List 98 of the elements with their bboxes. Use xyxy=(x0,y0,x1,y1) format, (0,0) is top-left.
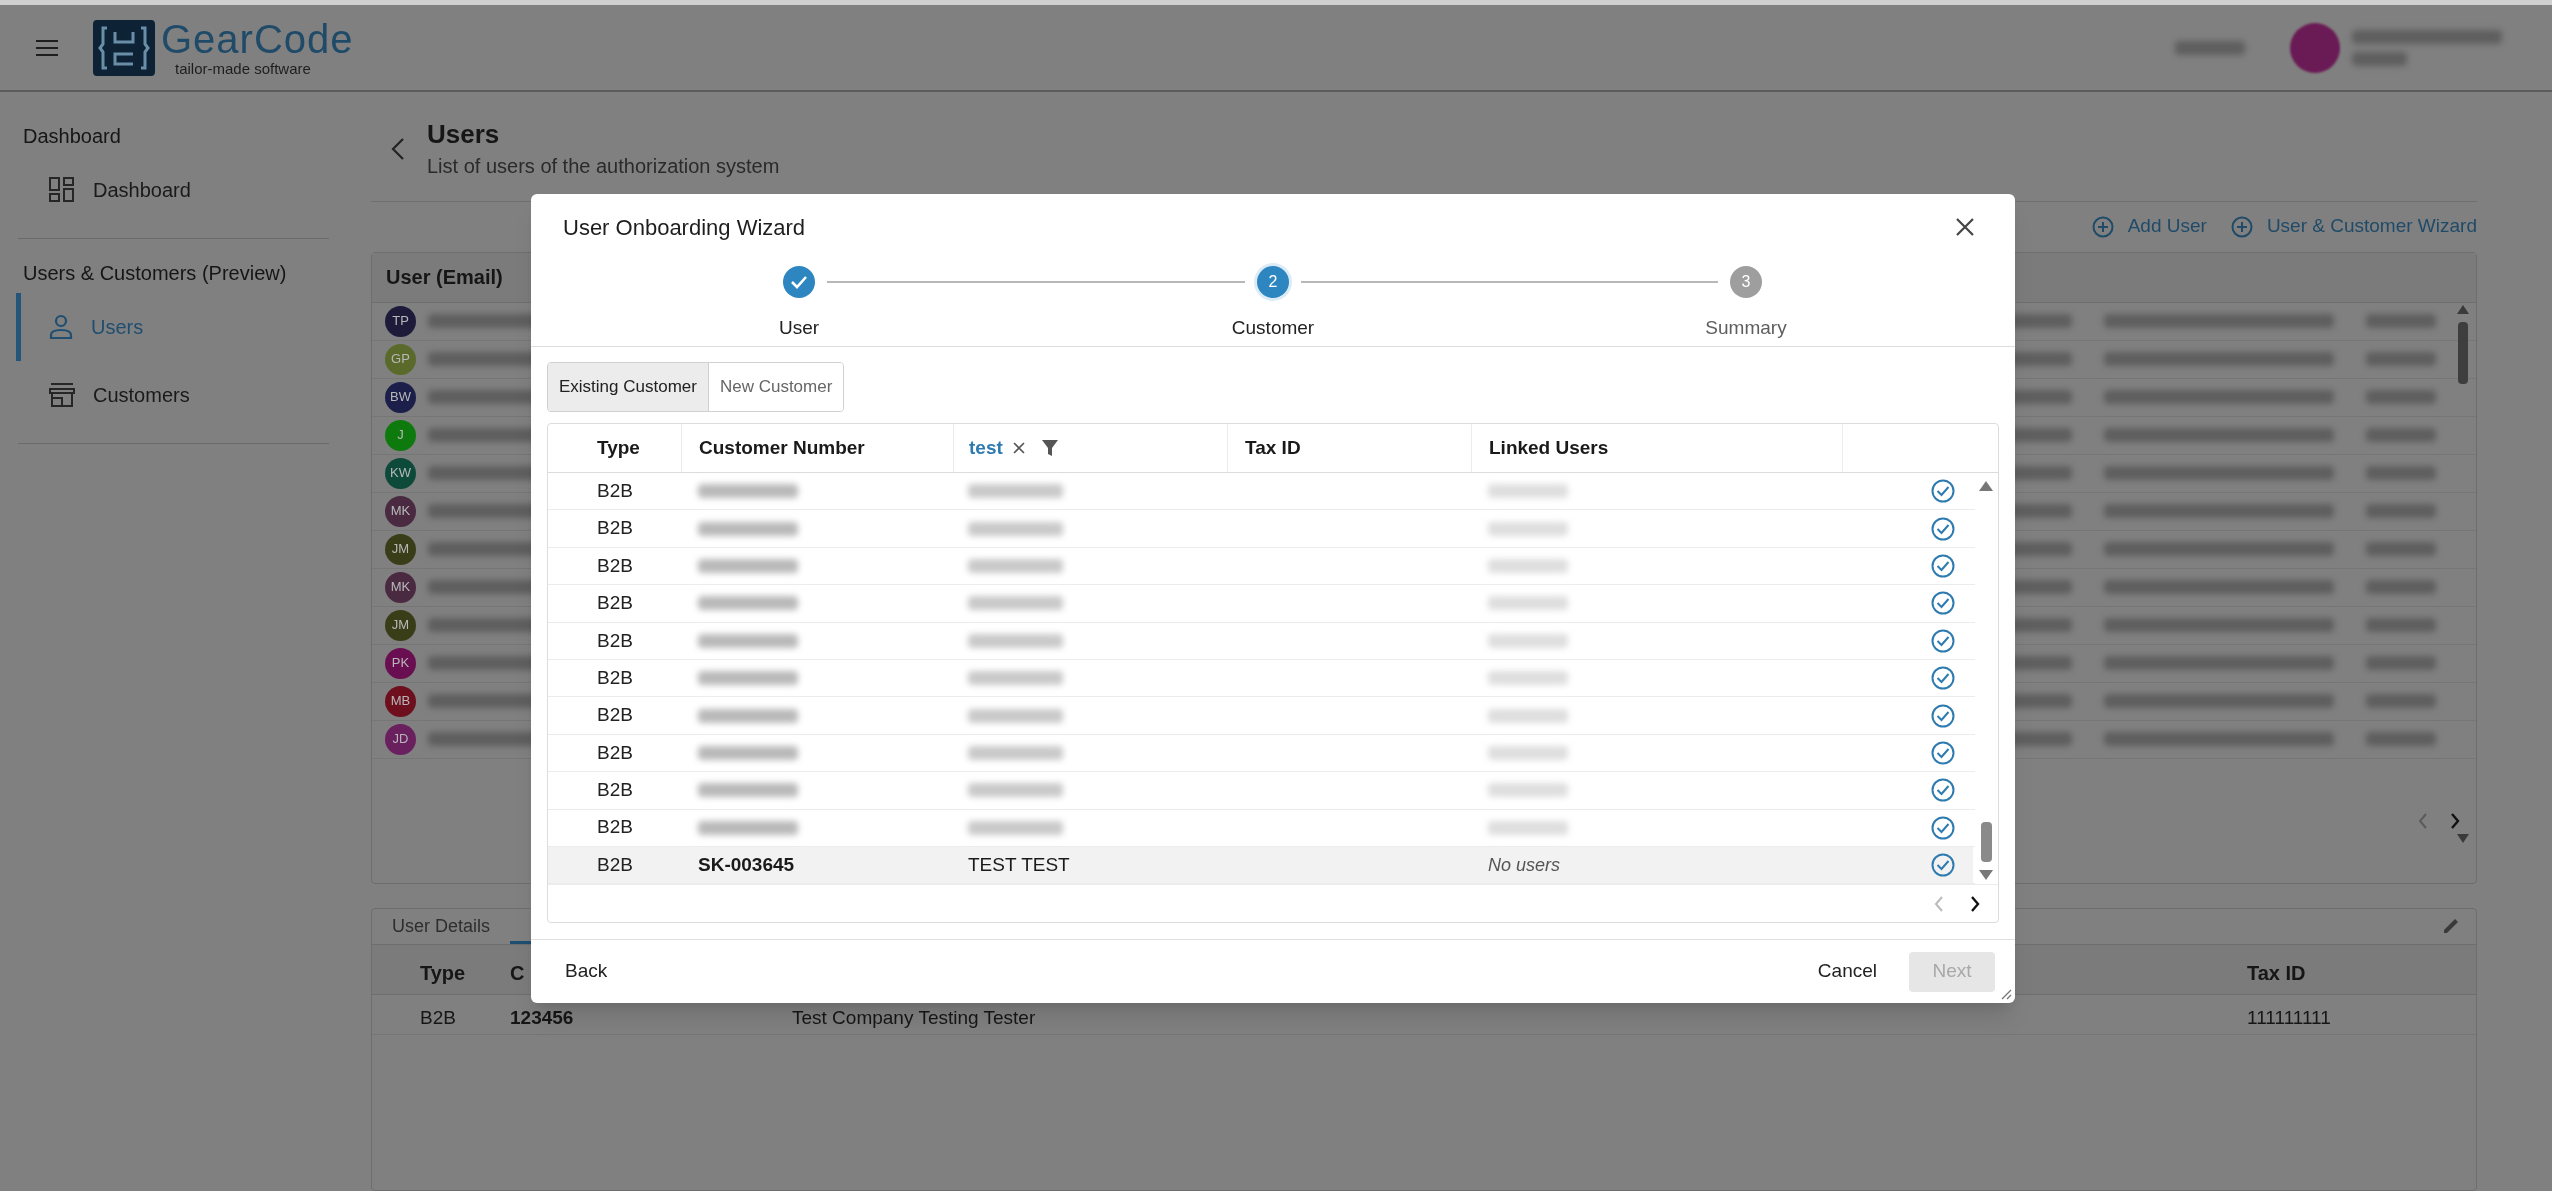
column-header: Customer Number xyxy=(699,435,865,460)
blurred-text xyxy=(2366,732,2436,746)
logo-icon xyxy=(93,19,155,76)
avatar: JM xyxy=(385,609,416,641)
table-cell-text: B2B xyxy=(597,591,633,616)
check-circle-icon xyxy=(1931,815,1955,840)
column-header: User (Email) xyxy=(386,265,503,290)
filter-value[interactable]: test xyxy=(969,433,1003,463)
table-cell-text: TEST TEST xyxy=(968,852,1070,877)
person-icon xyxy=(49,314,73,340)
check-circle-icon xyxy=(1931,479,1955,504)
cancel-button[interactable]: Cancel xyxy=(1809,951,1885,992)
avatar: KW xyxy=(385,457,416,489)
check-circle-icon xyxy=(1931,778,1955,803)
column-header: C xyxy=(510,960,525,986)
back-icon[interactable] xyxy=(391,137,405,162)
step-number: 3 xyxy=(1730,266,1762,298)
table-cell-text: B2B xyxy=(597,628,633,653)
back-button[interactable]: Back xyxy=(557,951,616,992)
close-icon[interactable] xyxy=(1012,442,1025,454)
toggle-button[interactable]: Existing Customer xyxy=(548,363,708,411)
blurred-text xyxy=(2366,580,2436,594)
page-title: Users xyxy=(427,118,501,151)
table-cell-text: B2B xyxy=(597,553,633,578)
blurred-text xyxy=(2352,51,2407,66)
section-heading: Dashboard xyxy=(22,124,122,149)
table-cell-text: 111111111 xyxy=(2247,1005,2331,1030)
blurred-text xyxy=(2366,694,2436,708)
check-circle-icon xyxy=(1931,553,1955,578)
filter-icon[interactable] xyxy=(1040,439,1059,457)
menu-icon[interactable] xyxy=(36,39,58,56)
store-icon xyxy=(49,383,75,407)
grid-icon xyxy=(49,177,75,203)
blurred-text xyxy=(2366,466,2436,480)
close-icon[interactable] xyxy=(1955,217,1975,237)
table-cell-text: Test Company Testing Tester xyxy=(792,1005,1036,1030)
column-header: Type xyxy=(597,435,640,460)
check-circle-icon xyxy=(1931,591,1955,616)
section-heading: Users & Customers (Preview) xyxy=(22,261,288,286)
table-cell-text: B2B xyxy=(597,703,633,728)
dialog-title: User Onboarding Wizard xyxy=(563,213,806,242)
avatar: JD xyxy=(385,723,416,755)
column-header: Tax ID xyxy=(1245,435,1301,460)
blurred-text xyxy=(2366,656,2436,670)
column-header: Tax ID xyxy=(2247,960,2306,986)
sidebar-item[interactable]: Customers xyxy=(16,361,327,429)
avatar: TP xyxy=(385,305,416,337)
toggle-button[interactable]: New Customer xyxy=(707,363,844,411)
table-row[interactable]: B2B SK-003645 TEST TEST No users xyxy=(548,846,1973,884)
plus-circle-icon xyxy=(2230,215,2253,238)
blurred-text xyxy=(2366,314,2436,328)
table-cell-text: SK-003645 xyxy=(698,852,795,877)
logo-text: GearCode xyxy=(161,19,354,59)
logo-tagline: tailor-made software xyxy=(175,61,312,76)
blurred-text xyxy=(2366,390,2436,404)
table-cell-text: B2B xyxy=(420,1005,456,1030)
table-cell-text: B2B xyxy=(597,478,633,503)
table-cell-text: 123456 xyxy=(510,1005,574,1030)
avatar: BW xyxy=(385,381,416,413)
check-circle-icon xyxy=(1931,853,1955,878)
blurred-text xyxy=(2366,618,2436,632)
column-header: Linked Users xyxy=(1489,435,1609,460)
plus-circle-icon xyxy=(2091,215,2114,238)
check-circle-icon xyxy=(1931,516,1955,541)
table-cell-text: No users xyxy=(1488,853,1561,877)
sidebar-item[interactable]: Dashboard xyxy=(16,156,327,224)
avatar: PK xyxy=(385,647,416,679)
blurred-text xyxy=(2366,428,2436,442)
avatar: MB xyxy=(385,685,416,717)
blurred-text xyxy=(2366,352,2436,366)
check-circle-icon xyxy=(1931,740,1955,765)
page-subtitle: List of users of the authorization system xyxy=(427,153,780,179)
check-circle-icon xyxy=(1931,703,1955,728)
blurred-text xyxy=(2366,504,2436,518)
avatar: J xyxy=(385,419,416,451)
check-circle-icon xyxy=(1931,628,1955,653)
resize-handle-icon[interactable] xyxy=(2000,988,2012,1000)
step-label: User xyxy=(778,316,820,340)
avatar: MK xyxy=(385,571,416,603)
pencil-icon[interactable] xyxy=(2442,917,2460,935)
step-label: Summary xyxy=(1705,316,1787,340)
table-cell-text: B2B xyxy=(597,740,633,765)
step-number: 2 xyxy=(1257,266,1289,298)
avatar: GP xyxy=(385,343,416,375)
avatar[interactable] xyxy=(2290,22,2340,73)
table-cell-text: B2B xyxy=(597,852,633,877)
avatar: MK xyxy=(385,495,416,527)
chevron-right-icon[interactable] xyxy=(1970,895,1980,912)
step-label: Customer xyxy=(1231,316,1315,340)
blurred-text xyxy=(2175,40,2245,55)
check-circle-icon xyxy=(1931,666,1955,691)
blurred-text xyxy=(2366,542,2436,556)
table-cell-text: B2B xyxy=(597,665,633,690)
table-cell-text: B2B xyxy=(597,815,633,840)
table-cell-text: B2B xyxy=(597,778,633,803)
avatar: JM xyxy=(385,533,416,565)
column-header: Type xyxy=(420,960,466,986)
table-cell-text: B2B xyxy=(597,516,633,541)
